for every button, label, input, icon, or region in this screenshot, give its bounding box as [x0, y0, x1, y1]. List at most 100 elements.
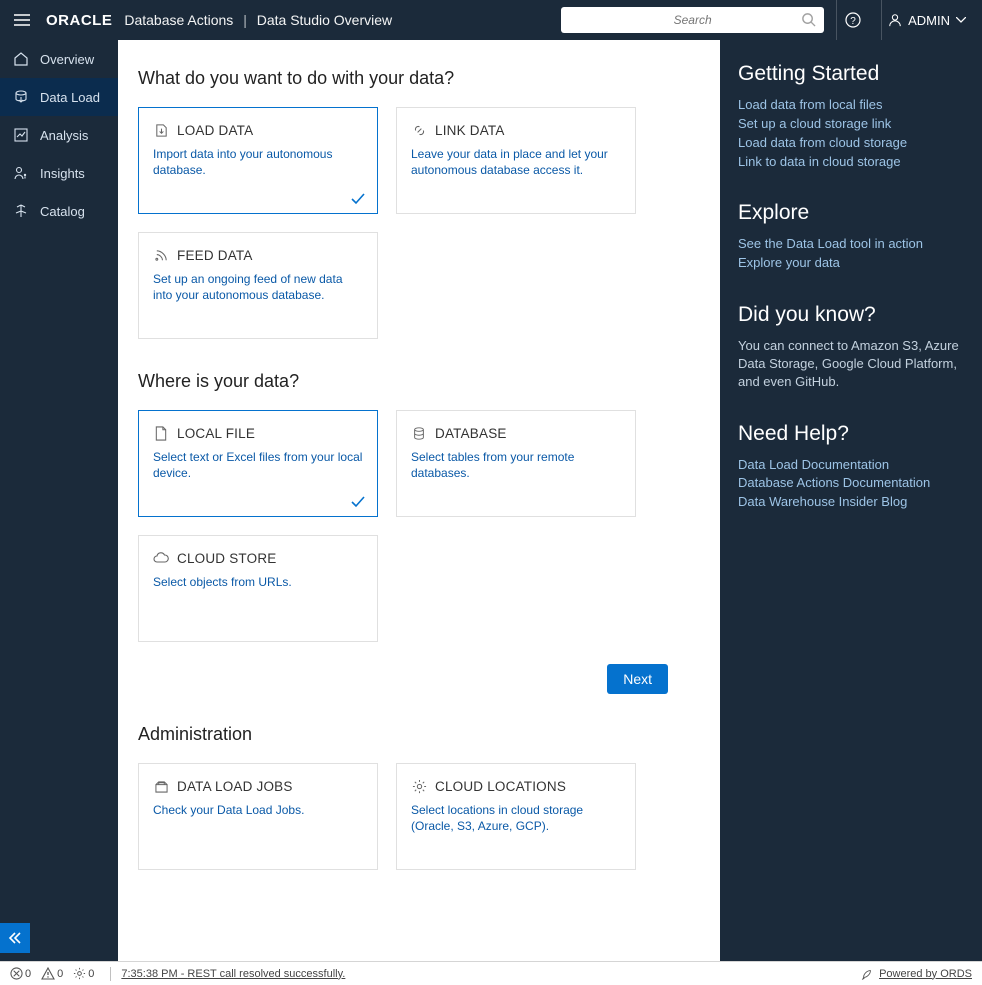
card-cloud-locations[interactable]: CLOUD LOCATIONS Select locations in clou… [396, 763, 636, 870]
hamburger-menu[interactable] [10, 10, 34, 30]
card-desc: Set up an ongoing feed of new data into … [153, 271, 363, 303]
error-icon [10, 967, 23, 980]
search-icon [801, 12, 816, 27]
card-cloud-store[interactable]: CLOUD STORE Select objects from URLs. [138, 535, 378, 642]
help-link-0[interactable]: Data Load Documentation [738, 456, 964, 475]
warning-icon [41, 967, 55, 980]
status-warnings[interactable]: 0 [41, 967, 63, 980]
card-title: FEED DATA [177, 248, 253, 263]
status-message[interactable]: 7:35:38 PM - REST call resolved successf… [121, 968, 345, 980]
card-desc: Select objects from URLs. [153, 574, 363, 590]
gs-link-1[interactable]: Set up a cloud storage link [738, 115, 964, 134]
jobs-icon [153, 778, 169, 794]
card-load-data[interactable]: LOAD DATA Import data into your autonomo… [138, 107, 378, 214]
main-content: What do you want to do with your data? L… [118, 40, 720, 961]
sidebar: Overview Data Load Analysis Insights Cat… [0, 40, 118, 961]
next-button[interactable]: Next [607, 664, 668, 694]
gs-link-0[interactable]: Load data from local files [738, 96, 964, 115]
analysis-icon [12, 127, 30, 143]
search-input[interactable] [561, 7, 824, 33]
brand-logo: ORACLE [46, 12, 112, 29]
sidebar-item-analysis[interactable]: Analysis [0, 116, 118, 154]
help-icon: ? [845, 12, 861, 28]
explore-link-0[interactable]: See the Data Load tool in action [738, 235, 964, 254]
card-link-data[interactable]: LINK DATA Leave your data in place and l… [396, 107, 636, 214]
cloud-icon [153, 550, 169, 566]
sidebar-item-data-load[interactable]: Data Load [0, 78, 118, 116]
sidebar-collapse-button[interactable] [0, 923, 30, 953]
catalog-icon [12, 203, 30, 219]
help-button[interactable]: ? [836, 0, 869, 40]
file-icon [153, 425, 169, 441]
database-icon [411, 425, 427, 441]
card-title: DATABASE [435, 426, 507, 441]
app-header: ORACLE Database Actions | Data Studio Ov… [0, 0, 982, 40]
sidebar-item-label: Analysis [40, 128, 88, 143]
card-feed-data[interactable]: FEED DATA Set up an ongoing feed of new … [138, 232, 378, 339]
insights-icon [12, 165, 30, 181]
sidebar-item-label: Data Load [40, 90, 100, 105]
dyk-title: Did you know? [738, 303, 964, 327]
getting-started-title: Getting Started [738, 62, 964, 86]
chevrons-left-icon [8, 931, 22, 945]
section-title-admin: Administration [138, 724, 700, 745]
menu-icon [14, 14, 30, 26]
card-data-load-jobs[interactable]: DATA LOAD JOBS Check your Data Load Jobs… [138, 763, 378, 870]
card-desc: Import data into your autonomous databas… [153, 146, 363, 178]
status-time: 7:35:38 PM [121, 968, 177, 980]
card-desc: Check your Data Load Jobs. [153, 802, 363, 818]
dyk-text: You can connect to Amazon S3, Azure Data… [738, 337, 964, 392]
card-desc: Select text or Excel files from your loc… [153, 449, 363, 481]
help-link-2[interactable]: Data Warehouse Insider Blog [738, 493, 964, 512]
explore-title: Explore [738, 201, 964, 225]
powered-by-label: Powered by ORDS [879, 968, 972, 980]
user-menu[interactable]: ADMIN [881, 0, 972, 40]
sidebar-item-overview[interactable]: Overview [0, 40, 118, 78]
card-local-file[interactable]: LOCAL FILE Select text or Excel files fr… [138, 410, 378, 517]
help-block: Need Help? Data Load Documentation Datab… [738, 422, 964, 513]
sidebar-item-label: Catalog [40, 204, 85, 219]
status-processes-count: 0 [88, 968, 94, 980]
help-title: Need Help? [738, 422, 964, 446]
card-title: DATA LOAD JOBS [177, 779, 293, 794]
powered-by-ords[interactable]: Powered by ORDS [861, 968, 972, 980]
sidebar-item-label: Insights [40, 166, 85, 181]
data-load-icon [12, 89, 30, 105]
status-processes[interactable]: 0 [73, 967, 94, 980]
sidebar-item-label: Overview [40, 52, 94, 67]
section-title-action: What do you want to do with your data? [138, 68, 700, 89]
explore-link-1[interactable]: Explore your data [738, 254, 964, 273]
status-msg-text: REST call resolved successfully. [187, 968, 345, 980]
dyk-block: Did you know? You can connect to Amazon … [738, 303, 964, 392]
link-icon [411, 122, 427, 138]
check-icon [351, 193, 365, 205]
search-box[interactable] [561, 7, 824, 33]
gear-icon [411, 778, 427, 794]
card-title: LOAD DATA [177, 123, 253, 138]
gs-link-2[interactable]: Load data from cloud storage [738, 134, 964, 153]
gs-link-3[interactable]: Link to data in cloud storage [738, 153, 964, 172]
feed-icon [153, 247, 169, 263]
status-errors-count: 0 [25, 968, 31, 980]
card-title: CLOUD LOCATIONS [435, 779, 566, 794]
sidebar-item-catalog[interactable]: Catalog [0, 192, 118, 230]
explore-block: Explore See the Data Load tool in action… [738, 201, 964, 273]
user-icon [888, 13, 902, 27]
status-bar: 0 0 0 7:35:38 PM - REST call resolved su… [0, 961, 982, 985]
header-title-right: Data Studio Overview [257, 12, 392, 28]
card-database[interactable]: DATABASE Select tables from your remote … [396, 410, 636, 517]
status-errors[interactable]: 0 [10, 967, 31, 980]
help-link-1[interactable]: Database Actions Documentation [738, 474, 964, 493]
rocket-icon [861, 968, 873, 980]
card-desc: Leave your data in place and let your au… [411, 146, 621, 178]
status-warnings-count: 0 [57, 968, 63, 980]
status-divider [110, 967, 111, 981]
gear-small-icon [73, 967, 86, 980]
getting-started-block: Getting Started Load data from local fil… [738, 62, 964, 171]
section-title-location: Where is your data? [138, 371, 700, 392]
header-title-left: Database Actions [124, 12, 233, 28]
card-title: CLOUD STORE [177, 551, 276, 566]
sidebar-item-insights[interactable]: Insights [0, 154, 118, 192]
card-title: LINK DATA [435, 123, 505, 138]
card-desc: Select tables from your remote databases… [411, 449, 621, 481]
